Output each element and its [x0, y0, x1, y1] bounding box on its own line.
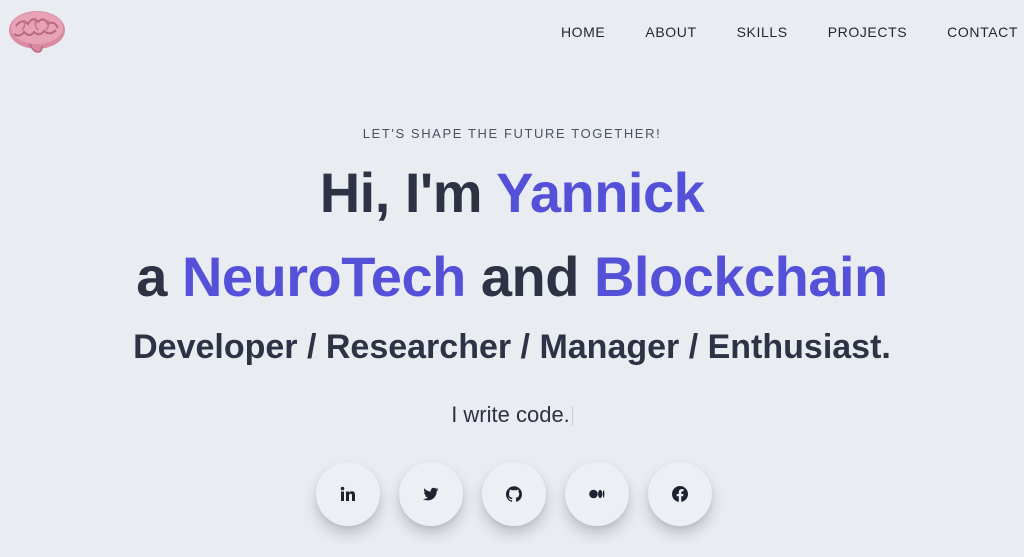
- article-text: a: [136, 245, 182, 308]
- medium-button[interactable]: [565, 462, 629, 526]
- facebook-button[interactable]: [648, 462, 712, 526]
- twitter-button[interactable]: [399, 462, 463, 526]
- hero-heading-line2: a NeuroTech and Blockchain: [0, 244, 1024, 309]
- brain-icon: [9, 11, 65, 53]
- typed-text-line: I write code.: [0, 402, 1024, 428]
- nav-skills[interactable]: SKILLS: [737, 24, 788, 40]
- facebook-icon: [672, 486, 688, 502]
- nav-home[interactable]: HOME: [561, 24, 605, 40]
- twitter-icon: [423, 487, 439, 501]
- hero-roles: Developer / Researcher / Manager / Enthu…: [133, 328, 891, 366]
- main-nav: HOME ABOUT SKILLS PROJECTS CONTACT: [521, 24, 1018, 40]
- hero-name: Yannick: [496, 161, 705, 224]
- nav-about[interactable]: ABOUT: [645, 24, 696, 40]
- conjunction-text: and: [465, 245, 594, 308]
- field-neurotech: NeuroTech: [181, 245, 466, 308]
- nav-contact[interactable]: CONTACT: [947, 24, 1018, 40]
- social-links: [316, 462, 712, 526]
- field-blockchain: Blockchain: [593, 245, 888, 308]
- github-button[interactable]: [482, 462, 546, 526]
- medium-icon: [589, 489, 605, 499]
- greeting-text: Hi, I'm: [319, 161, 497, 224]
- github-icon: [506, 486, 522, 502]
- typed-text: I write code.: [451, 402, 570, 427]
- brain-logo[interactable]: [6, 8, 68, 56]
- typing-caret: [571, 406, 573, 427]
- hero-tagline: LET'S SHAPE THE FUTURE TOGETHER!: [362, 126, 662, 141]
- nav-projects[interactable]: PROJECTS: [828, 24, 907, 40]
- linkedin-button[interactable]: [316, 462, 380, 526]
- linkedin-icon: [340, 486, 355, 501]
- hero-heading-line1: Hi, I'm Yannick: [0, 160, 1024, 225]
